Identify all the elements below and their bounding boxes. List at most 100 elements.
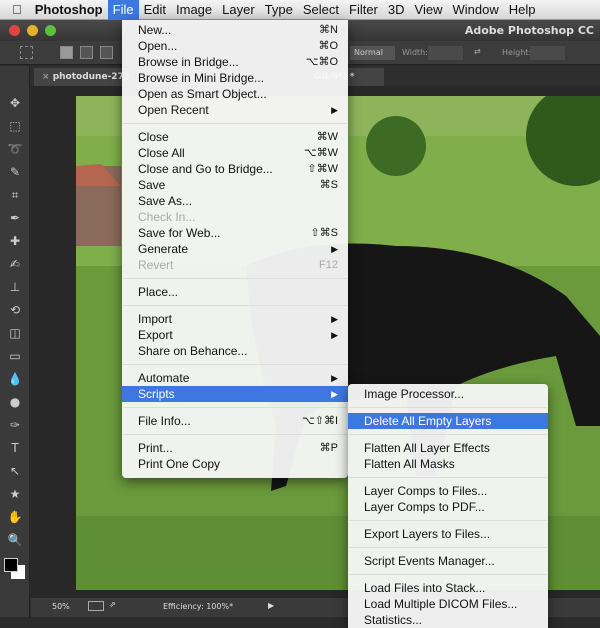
menu-separator [348, 569, 548, 580]
menu-item-label: Open Recent [138, 103, 209, 117]
menu-view[interactable]: View [410, 0, 448, 20]
marquee-tool-icon[interactable]: ⬚ [6, 117, 24, 135]
menu-item-print[interactable]: Print... ⌘P [122, 440, 348, 456]
menu-item-save[interactable]: Save ⌘S [122, 177, 348, 193]
shortcut: ⌘N [319, 24, 338, 36]
blur-tool-icon[interactable]: 💧 [6, 370, 24, 388]
shortcut: ⌘S [319, 179, 338, 191]
menu-item-close-all[interactable]: Close All ⌥⌘W [122, 145, 348, 161]
status-menu-arrow-icon[interactable]: ▶ [268, 601, 274, 610]
menu-item-label: Save As... [138, 194, 193, 208]
menu-item-save-as[interactable]: Save As... [122, 193, 348, 209]
menu-item-flatten-all-layer-effects[interactable]: Flatten All Layer Effects [348, 440, 548, 456]
menu-item-browse-in-bridge[interactable]: Browse in Bridge... ⌥⌘O [122, 54, 348, 70]
menu-item-automate[interactable]: Automate ▶ [122, 370, 348, 386]
menu-item-script-events-manager[interactable]: Script Events Manager... [348, 553, 548, 569]
menu-item-share-on-behance[interactable]: Share on Behance... [122, 343, 348, 359]
menu-item-statistics[interactable]: Statistics... [348, 612, 548, 628]
menu-item-generate[interactable]: Generate ▶ [122, 241, 348, 257]
menu-item-label: Share on Behance... [138, 344, 248, 358]
menu-item-label: Place... [138, 285, 179, 299]
menu-filter[interactable]: Filter [344, 0, 383, 20]
menu-item-open-as-smart-object[interactable]: Open as Smart Object... [122, 86, 348, 102]
history-brush-tool-icon[interactable]: ⟲ [6, 301, 24, 319]
menu-item-load-multiple-dicom-files[interactable]: Load Multiple DICOM Files... [348, 596, 548, 612]
zoom-window-button[interactable] [45, 25, 56, 36]
stamp-tool-icon[interactable]: ⊥ [6, 278, 24, 296]
brush-tool-icon[interactable]: ✍ [6, 255, 24, 273]
menu-item-open-recent[interactable]: Open Recent ▶ [122, 102, 348, 118]
menu-separator [348, 429, 548, 440]
proof-icon[interactable] [88, 601, 104, 611]
menu-photoshop[interactable]: Photoshop [30, 0, 108, 20]
menu-item-file-info[interactable]: File Info... ⌥⇧⌘I [122, 413, 348, 429]
move-tool-icon[interactable]: ✥ [6, 94, 24, 112]
tab-close-icon[interactable]: × [42, 72, 53, 82]
quick-select-tool-icon[interactable]: ✎ [6, 163, 24, 181]
pen-tool-icon[interactable]: ✑ [6, 416, 24, 434]
minimize-window-button[interactable] [27, 25, 38, 36]
menu-item-export-layers-to-files[interactable]: Export Layers to Files... [348, 526, 548, 542]
menu-item-image-processor[interactable]: Image Processor... [348, 386, 548, 402]
menu-item-browse-in-mini-bridge[interactable]: Browse in Mini Bridge... [122, 70, 348, 86]
path-select-tool-icon[interactable]: ↖ [6, 462, 24, 480]
zoom-tool-icon[interactable]: 🔍 [6, 531, 24, 549]
menu-layer[interactable]: Layer [217, 0, 260, 20]
menu-item-new[interactable]: New... ⌘N [122, 22, 348, 38]
subtract-selection-icon[interactable] [100, 46, 113, 59]
menu-edit[interactable]: Edit [139, 0, 171, 20]
menu-item-import[interactable]: Import ▶ [122, 311, 348, 327]
menu-item-load-files-into-stack[interactable]: Load Files into Stack... [348, 580, 548, 596]
foreground-color-swatch[interactable] [4, 558, 18, 572]
height-input[interactable] [530, 46, 565, 60]
menu-item-close[interactable]: Close ⌘W [122, 129, 348, 145]
menu-item-scripts[interactable]: Scripts ▶ [122, 386, 348, 402]
menu-item-close-and-go-to-bridge[interactable]: Close and Go to Bridge... ⇧⌘W [122, 161, 348, 177]
menu-help[interactable]: Help [504, 0, 541, 20]
menu-window[interactable]: Window [447, 0, 503, 20]
add-selection-icon[interactable] [80, 46, 93, 59]
apple-menu-icon[interactable]:  [0, 0, 30, 20]
style-select[interactable]: Normal [350, 46, 395, 60]
menu-item-flatten-all-masks[interactable]: Flatten All Masks [348, 456, 548, 472]
eyedropper-tool-icon[interactable]: ✒ [6, 209, 24, 227]
eraser-tool-icon[interactable]: ◫ [6, 324, 24, 342]
marquee-preset-icon[interactable] [20, 46, 33, 59]
menu-item-label: Open as Smart Object... [138, 87, 267, 101]
menu-select[interactable]: Select [298, 0, 344, 20]
menu-image[interactable]: Image [171, 0, 217, 20]
menu-item-delete-all-empty-layers[interactable]: Delete All Empty Layers [348, 413, 548, 429]
submenu-arrow-icon: ▶ [331, 389, 338, 399]
width-input[interactable] [428, 46, 463, 60]
type-tool-icon[interactable]: T [6, 439, 24, 457]
lasso-tool-icon[interactable]: ➰ [6, 140, 24, 158]
menu-item-label: Export Layers to Files... [364, 527, 491, 541]
menu-item-label: Import [138, 312, 173, 326]
gradient-tool-icon[interactable]: ▭ [6, 347, 24, 365]
menu-separator [122, 300, 348, 311]
menu-type[interactable]: Type [260, 0, 298, 20]
menu-item-print-one-copy[interactable]: Print One Copy [122, 456, 348, 472]
menu-item-save-for-web[interactable]: Save for Web... ⇧⌘S [122, 225, 348, 241]
close-window-button[interactable] [9, 25, 20, 36]
crop-tool-icon[interactable]: ⌗ [6, 186, 24, 204]
hand-tool-icon[interactable]: ✋ [6, 508, 24, 526]
shortcut: ⇧⌘W [307, 163, 338, 175]
menu-3d[interactable]: 3D [383, 0, 410, 20]
menu-item-label: Layer Comps to PDF... [364, 500, 485, 514]
new-selection-icon[interactable] [60, 46, 73, 59]
share-icon[interactable]: ⇗ [109, 600, 116, 609]
zoom-level[interactable]: 50% [52, 602, 70, 611]
swap-icon[interactable]: ⇄ [474, 47, 481, 56]
submenu-arrow-icon: ▶ [331, 314, 338, 324]
menu-item-place[interactable]: Place... [122, 284, 348, 300]
menu-item-layer-comps-to-files[interactable]: Layer Comps to Files... [348, 483, 548, 499]
shape-tool-icon[interactable]: ★ [6, 485, 24, 503]
menu-item-layer-comps-to-pdf[interactable]: Layer Comps to PDF... [348, 499, 548, 515]
menu-item-export[interactable]: Export ▶ [122, 327, 348, 343]
healing-tool-icon[interactable]: ✚ [6, 232, 24, 250]
scripts-submenu: Image Processor... Delete All Empty Layer… [348, 384, 548, 628]
menu-item-open[interactable]: Open... ⌘O [122, 38, 348, 54]
menu-file[interactable]: File [107, 0, 139, 20]
dodge-tool-icon[interactable]: ● [6, 393, 24, 411]
